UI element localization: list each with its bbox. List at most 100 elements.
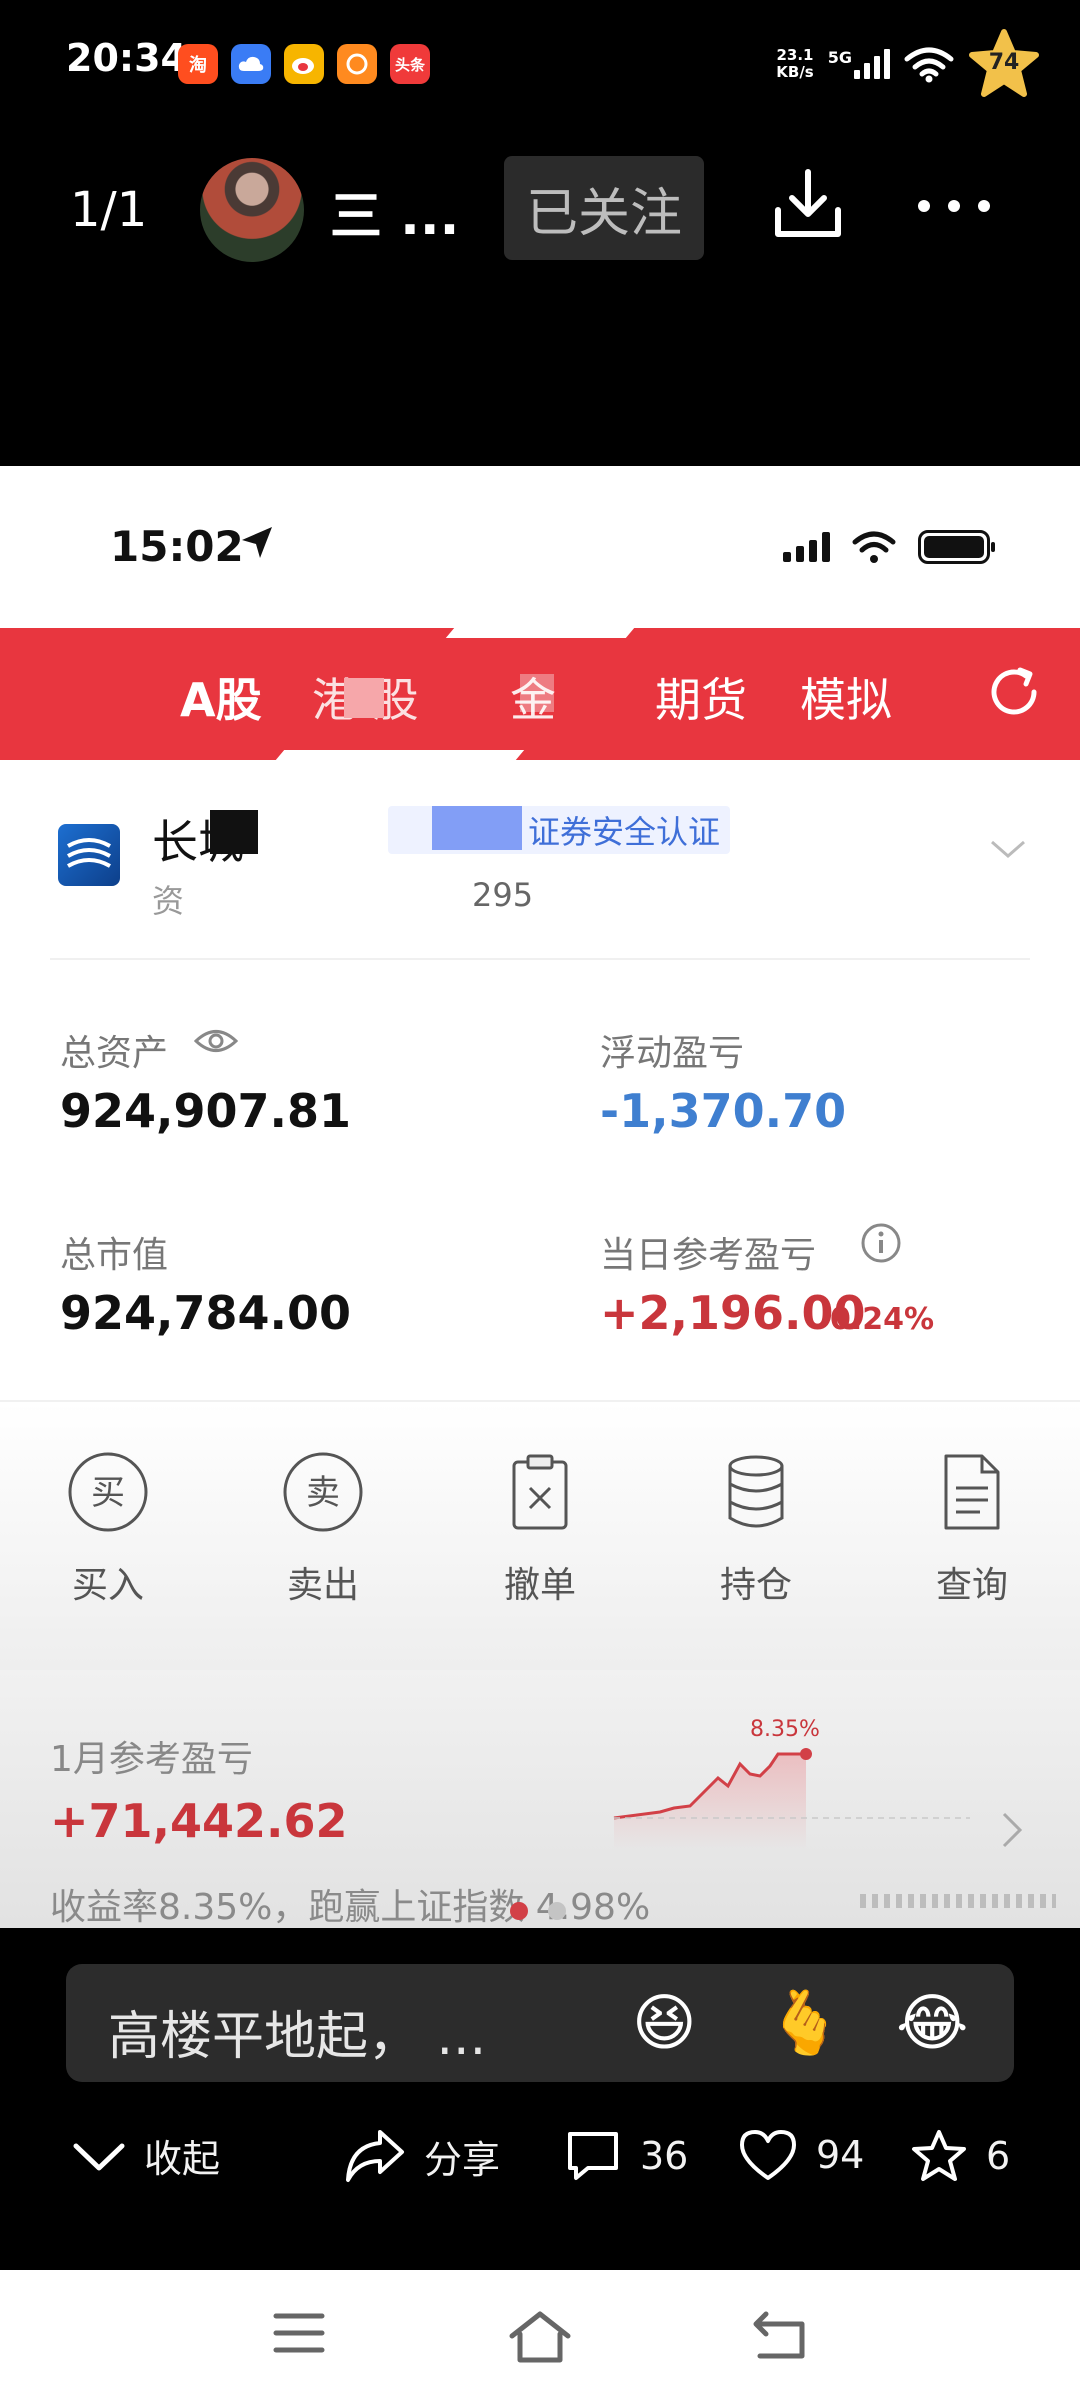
follow-button[interactable]: 已关注 — [504, 156, 704, 260]
float-pl-value: -1,370.70 — [600, 1084, 847, 1138]
query-icon — [944, 1454, 1000, 1530]
like-count: 94 — [816, 2133, 865, 2177]
network-speed-value: 23.1 — [776, 46, 814, 64]
share-label: 分享 — [424, 2137, 501, 2182]
monthly-pl-card[interactable]: 1月参考盈亏 +71,442.62 收益率8.35%，跑赢上证指数 4.98% … — [0, 1670, 1080, 1928]
account-type: 资 — [152, 882, 185, 920]
mosaic-mask — [344, 678, 384, 718]
daily-pl-value: +2,196.00 — [600, 1286, 866, 1340]
chevron-down-icon — [73, 2143, 125, 2170]
back-icon[interactable] — [752, 2310, 810, 2360]
post-action-bar: 收起 分享 36 94 6 — [0, 2122, 1080, 2198]
cellular-signal: 5G — [827, 48, 890, 79]
tear-mark — [275, 750, 525, 760]
redaction-mask — [432, 806, 522, 850]
carousel-dot-active — [510, 1902, 528, 1920]
tab-simulation[interactable]: 模拟 — [800, 664, 892, 730]
inner-status-bar: 15:02 — [0, 466, 1080, 628]
share-button[interactable]: 分享 — [344, 2128, 500, 2184]
wifi-icon — [904, 47, 954, 83]
battery-star-badge: 74 — [968, 28, 1040, 100]
page-counter: 1/1 — [70, 182, 148, 238]
like-button[interactable]: 94 — [738, 2128, 864, 2182]
refresh-icon[interactable] — [984, 662, 1044, 722]
query-button[interactable]: 查询 — [902, 1442, 1042, 1608]
status-bar: 20:34 淘 头条 23.1 KB/s 5G 74 — [0, 0, 1080, 120]
sell-glyph: 卖 — [306, 1473, 340, 1513]
buy-glyph: 买 — [91, 1473, 125, 1513]
network-type: 5G — [827, 48, 852, 67]
account-header[interactable]: 长城 证券安全认证 资 295 — [0, 760, 1080, 960]
inner-signal-icon — [783, 532, 830, 562]
sparkline-label: 8.35% — [750, 1717, 820, 1742]
tears-of-joy-emoji-icon: 😂 — [896, 1986, 969, 2059]
market-value-label: 总市值 — [60, 1235, 169, 1276]
cancel-order-icon — [512, 1454, 568, 1530]
redaction-mask — [210, 810, 258, 854]
cloud-icon — [231, 44, 271, 84]
more-icon[interactable] — [918, 200, 990, 212]
comment-icon — [568, 2132, 618, 2180]
daily-pl-label: 当日参考盈亏 — [600, 1235, 817, 1276]
post-image[interactable]: 15:02 A股 港 股 金 期货 模拟 长城 证券安全认证 资 295 总资产… — [0, 466, 1080, 1928]
system-nav-bar — [0, 2270, 1080, 2400]
eye-icon[interactable] — [194, 1026, 238, 1056]
market-tabs: A股 港 股 金 期货 模拟 — [0, 628, 1080, 760]
home-icon[interactable] — [508, 2310, 572, 2364]
query-label: 查询 — [935, 1565, 1008, 1606]
daily-pl-percent: 0.24% — [830, 1302, 935, 1337]
meituan-icon — [337, 44, 377, 84]
holdings-icon — [728, 1455, 784, 1528]
monthly-sparkline: 8.35% — [613, 1717, 970, 1850]
holdings-label: 持仓 — [719, 1565, 792, 1606]
cancel-order-label: 撤单 — [503, 1565, 576, 1606]
tear-mark — [445, 628, 635, 638]
info-icon[interactable] — [860, 1222, 902, 1264]
sell-button[interactable]: 卖 卖出 — [253, 1442, 393, 1608]
buy-button[interactable]: 买 买入 — [38, 1442, 178, 1608]
author-name[interactable]: 三 ... — [330, 174, 459, 249]
author-avatar[interactable] — [200, 158, 304, 262]
network-speed: 23.1 KB/s — [776, 47, 813, 81]
carousel-dot — [548, 1902, 566, 1920]
signal-bars-icon — [854, 49, 890, 79]
monthly-pl-label: 1月参考盈亏 — [50, 1739, 253, 1780]
download-icon[interactable] — [770, 166, 846, 242]
collapse-label: 收起 — [144, 2137, 221, 2181]
comment-count: 36 — [640, 2134, 689, 2178]
menu-icon[interactable] — [272, 2310, 326, 2356]
broker-logo — [58, 824, 120, 886]
laughing-emoji-icon: 😆 — [632, 1986, 697, 2059]
heart-icon — [740, 2130, 796, 2180]
market-value: 924,784.00 — [60, 1286, 352, 1340]
comment-button[interactable]: 36 — [564, 2128, 688, 2184]
favorite-button[interactable]: 6 — [910, 2128, 1010, 2184]
notification-app-icons: 淘 头条 — [178, 44, 430, 84]
chevron-right-icon[interactable] — [1000, 1810, 1024, 1850]
inner-wifi-icon — [852, 531, 896, 563]
chevron-down-icon[interactable] — [988, 838, 1028, 862]
viewer-top-bar: 1/1 三 ... 已关注 — [0, 150, 1080, 270]
tab-fund[interactable]: 金 — [510, 664, 556, 730]
post-caption[interactable]: 高楼平地起， ... 😆 🫰 😂 — [66, 1964, 1014, 2082]
taobao-icon: 淘 — [178, 44, 218, 84]
star-icon — [912, 2130, 966, 2181]
inner-indicators — [783, 530, 995, 564]
battery-level: 74 — [988, 50, 1020, 75]
collapse-button[interactable]: 收起 — [72, 2128, 220, 2183]
buy-label: 买入 — [71, 1565, 144, 1606]
system-indicators: 23.1 KB/s 5G 74 — [776, 28, 1040, 100]
inner-battery-icon — [918, 530, 995, 564]
tab-futures[interactable]: 期货 — [655, 664, 747, 730]
network-speed-unit: KB/s — [776, 63, 814, 81]
toutiao-icon: 头条 — [390, 44, 430, 84]
status-time: 20:34 — [66, 36, 187, 80]
cancel-order-button[interactable]: 撤单 — [470, 1442, 610, 1608]
float-pl-label: 浮动盈亏 — [600, 1033, 745, 1074]
tab-a-shares[interactable]: A股 — [180, 664, 262, 730]
holdings-button[interactable]: 持仓 — [686, 1442, 826, 1608]
account-number: 295 — [472, 876, 534, 914]
caption-text: 高楼平地起， ... — [108, 2007, 487, 2067]
sell-label: 卖出 — [286, 1565, 359, 1606]
trade-actions: 买 买入 卖 卖出 撤单 持仓 查询 — [0, 1400, 1080, 1670]
